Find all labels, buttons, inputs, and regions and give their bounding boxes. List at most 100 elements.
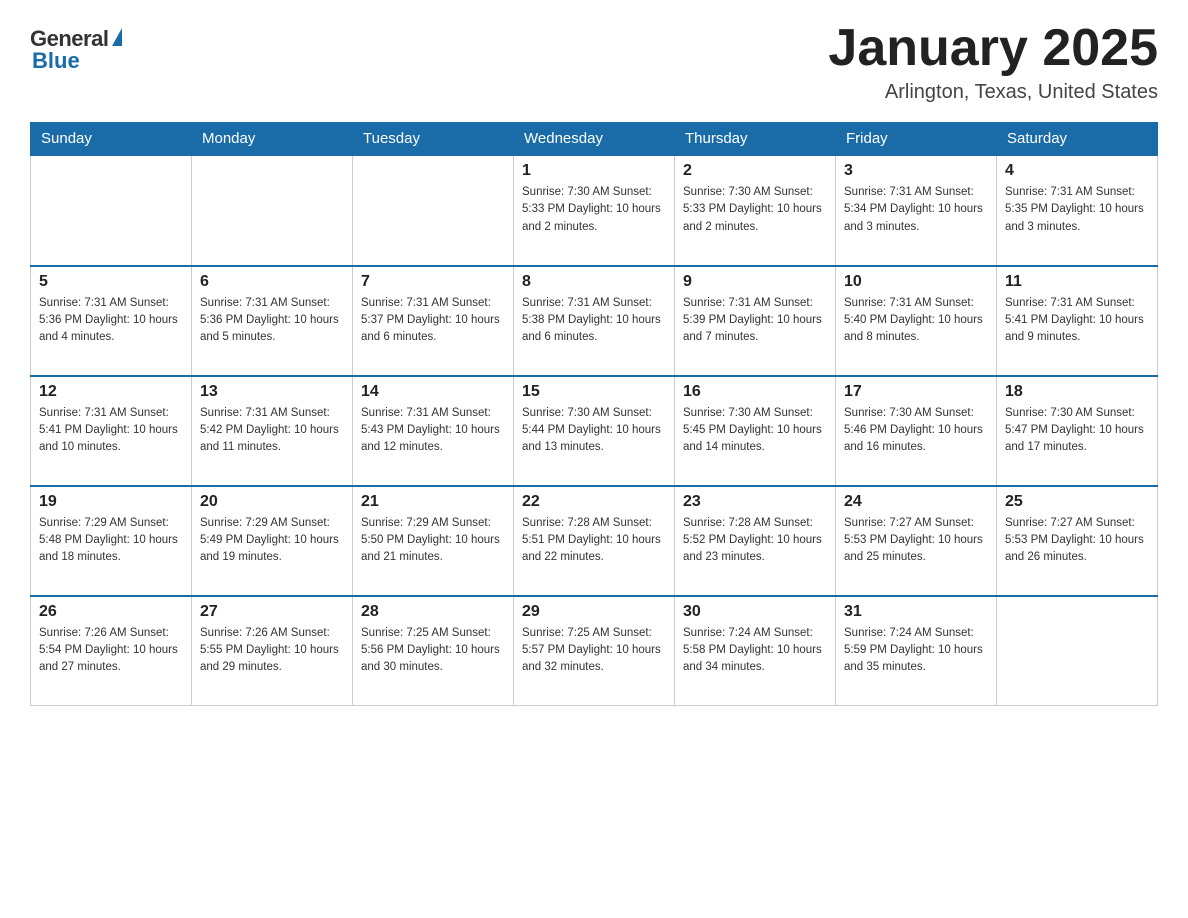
day-info: Sunrise: 7:26 AM Sunset: 5:54 PM Dayligh… [39, 625, 183, 677]
calendar-week-row: 5 Sunrise: 7:31 AM Sunset: 5:36 PM Daylig… [31, 266, 1158, 376]
calendar-cell: 7 Sunrise: 7:31 AM Sunset: 5:37 PM Daylig… [353, 266, 514, 376]
day-info: Sunrise: 7:31 AM Sunset: 5:41 PM Dayligh… [39, 405, 183, 457]
calendar-header-wednesday: Wednesday [514, 122, 675, 156]
day-number: 3 [844, 162, 988, 180]
calendar-cell: 8 Sunrise: 7:31 AM Sunset: 5:38 PM Daylig… [514, 266, 675, 376]
calendar-cell: 12 Sunrise: 7:31 AM Sunset: 5:41 PM Dayli… [31, 376, 192, 486]
calendar-cell: 19Sunrise: 7:29 AM Sunset: 5:48 PM Dayli… [31, 486, 192, 596]
calendar-header-thursday: Thursday [675, 122, 836, 156]
day-number: 24 [844, 493, 988, 511]
logo-blue-text: Blue [32, 48, 80, 74]
calendar-header-monday: Monday [192, 122, 353, 156]
calendar-header-sunday: Sunday [31, 122, 192, 156]
calendar-header-saturday: Saturday [997, 122, 1158, 156]
calendar-cell: 15Sunrise: 7:30 AM Sunset: 5:44 PM Dayli… [514, 376, 675, 486]
calendar-cell: 6 Sunrise: 7:31 AM Sunset: 5:36 PM Daylig… [192, 266, 353, 376]
day-number: 9 [683, 273, 827, 291]
calendar-cell: 1 Sunrise: 7:30 AM Sunset: 5:33 PM Daylig… [514, 156, 675, 266]
calendar-week-row: 26 Sunrise: 7:26 AM Sunset: 5:54 PM Dayli… [31, 596, 1158, 706]
day-info: Sunrise: 7:31 AM Sunset: 5:39 PM Dayligh… [683, 295, 827, 347]
calendar-cell: 30 Sunrise: 7:24 AM Sunset: 5:58 PM Dayli… [675, 596, 836, 706]
calendar-week-row: 12 Sunrise: 7:31 AM Sunset: 5:41 PM Dayli… [31, 376, 1158, 486]
day-info: Sunrise: 7:25 AM Sunset: 5:56 PM Dayligh… [361, 625, 505, 677]
day-number: 4 [1005, 162, 1149, 180]
day-number: 13 [200, 383, 344, 401]
day-number: 6 [200, 273, 344, 291]
day-info: Sunrise: 7:30 AM Sunset: 5:45 PM Dayligh… [683, 405, 827, 457]
calendar-header-row: SundayMondayTuesdayWednesdayThursdayFrid… [31, 122, 1158, 156]
day-info: Sunrise: 7:27 AM Sunset: 5:53 PM Dayligh… [1005, 515, 1149, 567]
calendar-cell: 17Sunrise: 7:30 AM Sunset: 5:46 PM Dayli… [836, 376, 997, 486]
calendar-cell: 3 Sunrise: 7:31 AM Sunset: 5:34 PM Daylig… [836, 156, 997, 266]
calendar-table: SundayMondayTuesdayWednesdayThursdayFrid… [30, 122, 1158, 706]
calendar-cell: 20Sunrise: 7:29 AM Sunset: 5:49 PM Dayli… [192, 486, 353, 596]
day-number: 30 [683, 603, 827, 621]
day-number: 10 [844, 273, 988, 291]
calendar-cell: 31 Sunrise: 7:24 AM Sunset: 5:59 PM Dayli… [836, 596, 997, 706]
logo-triangle-icon [112, 28, 122, 46]
day-number: 15 [522, 383, 666, 401]
day-number: 18 [1005, 383, 1149, 401]
day-number: 14 [361, 383, 505, 401]
calendar-cell [997, 596, 1158, 706]
day-number: 7 [361, 273, 505, 291]
day-number: 28 [361, 603, 505, 621]
day-info: Sunrise: 7:31 AM Sunset: 5:34 PM Dayligh… [844, 184, 988, 236]
day-number: 8 [522, 273, 666, 291]
calendar-cell: 4Sunrise: 7:31 AM Sunset: 5:35 PM Daylig… [997, 156, 1158, 266]
calendar-header-friday: Friday [836, 122, 997, 156]
day-info: Sunrise: 7:31 AM Sunset: 5:41 PM Dayligh… [1005, 295, 1149, 347]
day-number: 5 [39, 273, 183, 291]
day-number: 31 [844, 603, 988, 621]
day-info: Sunrise: 7:26 AM Sunset: 5:55 PM Dayligh… [200, 625, 344, 677]
day-number: 12 [39, 383, 183, 401]
title-section: January 2025 Arlington, Texas, United St… [828, 20, 1158, 104]
calendar-cell: 24 Sunrise: 7:27 AM Sunset: 5:53 PM Dayli… [836, 486, 997, 596]
calendar-cell: 26 Sunrise: 7:26 AM Sunset: 5:54 PM Dayli… [31, 596, 192, 706]
day-info: Sunrise: 7:31 AM Sunset: 5:37 PM Dayligh… [361, 295, 505, 347]
day-info: Sunrise: 7:28 AM Sunset: 5:51 PM Dayligh… [522, 515, 666, 567]
day-number: 29 [522, 603, 666, 621]
day-info: Sunrise: 7:29 AM Sunset: 5:50 PM Dayligh… [361, 515, 505, 567]
day-info: Sunrise: 7:30 AM Sunset: 5:46 PM Dayligh… [844, 405, 988, 457]
day-info: Sunrise: 7:24 AM Sunset: 5:58 PM Dayligh… [683, 625, 827, 677]
calendar-cell: 23 Sunrise: 7:28 AM Sunset: 5:52 PM Dayli… [675, 486, 836, 596]
calendar-cell: 13 Sunrise: 7:31 AM Sunset: 5:42 PM Dayli… [192, 376, 353, 486]
day-info: Sunrise: 7:31 AM Sunset: 5:40 PM Dayligh… [844, 295, 988, 347]
calendar-cell: 5 Sunrise: 7:31 AM Sunset: 5:36 PM Daylig… [31, 266, 192, 376]
day-number: 27 [200, 603, 344, 621]
calendar-cell: 25Sunrise: 7:27 AM Sunset: 5:53 PM Dayli… [997, 486, 1158, 596]
day-info: Sunrise: 7:24 AM Sunset: 5:59 PM Dayligh… [844, 625, 988, 677]
calendar-cell: 16Sunrise: 7:30 AM Sunset: 5:45 PM Dayli… [675, 376, 836, 486]
day-info: Sunrise: 7:30 AM Sunset: 5:33 PM Dayligh… [522, 184, 666, 236]
day-info: Sunrise: 7:31 AM Sunset: 5:36 PM Dayligh… [39, 295, 183, 347]
day-number: 26 [39, 603, 183, 621]
day-number: 23 [683, 493, 827, 511]
month-title: January 2025 [828, 20, 1158, 77]
calendar-cell: 21 Sunrise: 7:29 AM Sunset: 5:50 PM Dayli… [353, 486, 514, 596]
calendar-header-tuesday: Tuesday [353, 122, 514, 156]
page-header: General Blue January 2025 Arlington, Tex… [30, 20, 1158, 104]
day-number: 20 [200, 493, 344, 511]
calendar-cell: 11Sunrise: 7:31 AM Sunset: 5:41 PM Dayli… [997, 266, 1158, 376]
day-info: Sunrise: 7:31 AM Sunset: 5:42 PM Dayligh… [200, 405, 344, 457]
day-info: Sunrise: 7:29 AM Sunset: 5:48 PM Dayligh… [39, 515, 183, 567]
calendar-cell: 27 Sunrise: 7:26 AM Sunset: 5:55 PM Dayli… [192, 596, 353, 706]
day-info: Sunrise: 7:30 AM Sunset: 5:47 PM Dayligh… [1005, 405, 1149, 457]
day-info: Sunrise: 7:31 AM Sunset: 5:38 PM Dayligh… [522, 295, 666, 347]
day-info: Sunrise: 7:28 AM Sunset: 5:52 PM Dayligh… [683, 515, 827, 567]
day-number: 21 [361, 493, 505, 511]
day-info: Sunrise: 7:27 AM Sunset: 5:53 PM Dayligh… [844, 515, 988, 567]
day-number: 1 [522, 162, 666, 180]
location-title: Arlington, Texas, United States [828, 81, 1158, 104]
calendar-cell: 22Sunrise: 7:28 AM Sunset: 5:51 PM Dayli… [514, 486, 675, 596]
calendar-cell: 28 Sunrise: 7:25 AM Sunset: 5:56 PM Dayli… [353, 596, 514, 706]
calendar-cell: 10 Sunrise: 7:31 AM Sunset: 5:40 PM Dayli… [836, 266, 997, 376]
calendar-cell: 18 Sunrise: 7:30 AM Sunset: 5:47 PM Dayli… [997, 376, 1158, 486]
day-info: Sunrise: 7:31 AM Sunset: 5:36 PM Dayligh… [200, 295, 344, 347]
calendar-cell [31, 156, 192, 266]
logo: General Blue [30, 20, 122, 74]
calendar-cell [353, 156, 514, 266]
calendar-cell: 29 Sunrise: 7:25 AM Sunset: 5:57 PM Dayli… [514, 596, 675, 706]
day-info: Sunrise: 7:25 AM Sunset: 5:57 PM Dayligh… [522, 625, 666, 677]
